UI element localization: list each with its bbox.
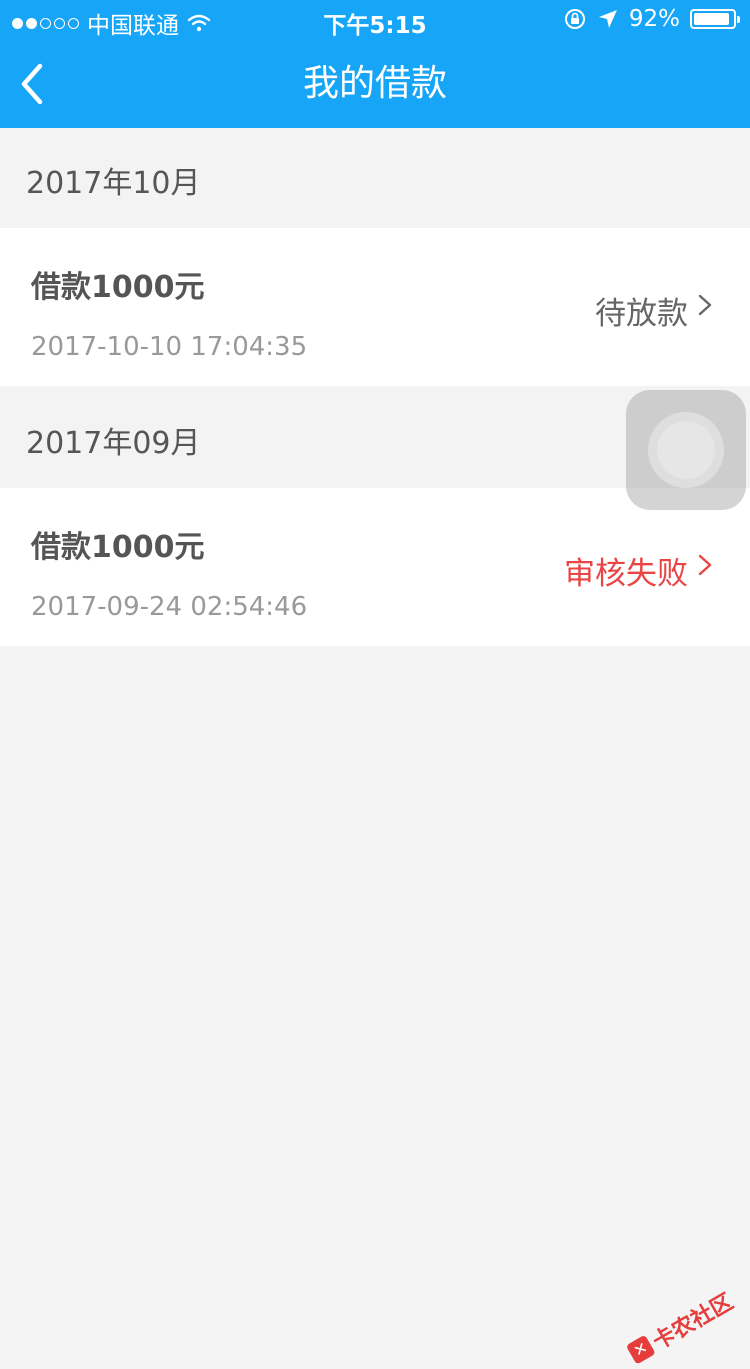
status-bar: 中国联通 下午5:15 92% — [0, 0, 750, 40]
top-header: 中国联通 下午5:15 92% 我的借款 — [0, 0, 750, 128]
battery-icon — [690, 9, 740, 29]
loan-item-1[interactable]: 借款1000元 2017-10-10 17:04:35 待放款 — [0, 228, 750, 386]
loan-status: 审核失败 — [564, 556, 688, 592]
chevron-right-icon — [698, 294, 712, 316]
month-label: 2017年10月 — [26, 166, 201, 201]
loan-title: 借款1000元 — [31, 530, 205, 565]
watermark-logo: ✕ 卡农社区 — [623, 1284, 738, 1369]
battery-percent: 92% — [628, 6, 680, 32]
loan-time: 2017-10-10 17:04:35 — [31, 332, 308, 362]
loan-item-2[interactable]: 借款1000元 2017-09-24 02:54:46 审核失败 — [0, 488, 750, 646]
loan-time: 2017-09-24 02:54:46 — [31, 592, 308, 622]
month-label: 2017年09月 — [26, 426, 201, 461]
month-header-2017-10: 2017年10月 — [0, 128, 750, 228]
page-title: 我的借款 — [302, 63, 447, 104]
status-right: 92% — [563, 6, 740, 32]
watermark-text: 卡农社区 — [648, 1289, 738, 1356]
rotation-lock-icon — [564, 9, 585, 29]
loan-status: 待放款 — [595, 296, 688, 332]
chevron-right-icon — [698, 554, 712, 576]
assistive-touch-button[interactable] — [626, 390, 746, 510]
loan-title: 借款1000元 — [31, 270, 205, 305]
location-icon — [598, 10, 617, 28]
